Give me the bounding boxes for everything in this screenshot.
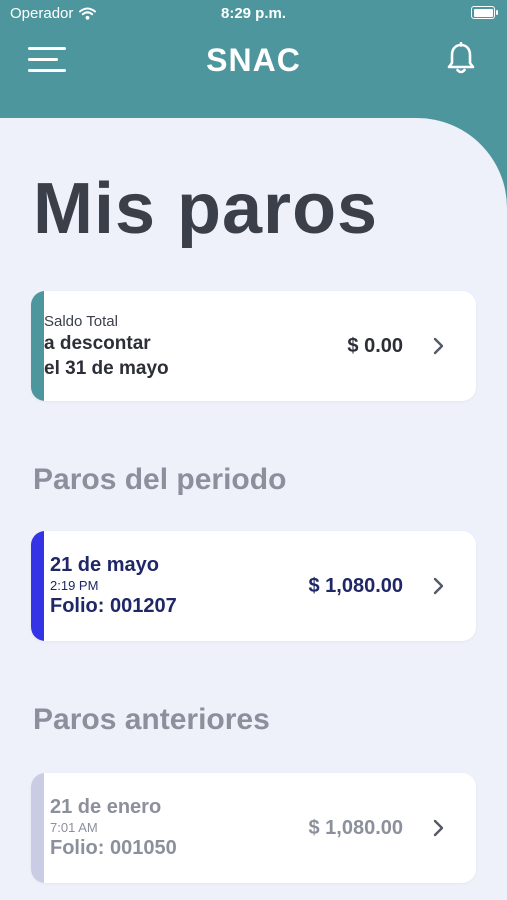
card-accent — [31, 291, 44, 401]
paro-time: 2:19 PM — [50, 578, 99, 593]
paro-card[interactable]: 21 de mayo 2:19 PM Folio: 001207 $ 1,080… — [31, 531, 476, 641]
status-time: 8:29 p.m. — [220, 5, 287, 22]
summary-label: Saldo Total — [44, 313, 118, 330]
chevron-right-icon — [433, 819, 444, 837]
card-accent — [31, 773, 44, 883]
paro-folio: Folio: 001050 — [50, 837, 177, 859]
page-title: Mis paros — [33, 169, 379, 249]
content-panel: Mis paros Saldo Total a descontar el 31 … — [0, 118, 507, 900]
battery-icon — [471, 6, 498, 19]
summary-desc-1: a descontar — [44, 333, 151, 354]
section-title-previous: Paros anteriores — [33, 703, 270, 736]
chevron-right-icon — [433, 337, 444, 355]
paro-card[interactable]: 21 de enero 7:01 AM Folio: 001050 $ 1,08… — [31, 773, 476, 883]
chevron-right-icon — [433, 577, 444, 595]
card-accent — [31, 531, 44, 641]
paro-amount: $ 1,080.00 — [308, 817, 403, 839]
summary-desc-2: el 31 de mayo — [44, 358, 169, 379]
summary-card[interactable]: Saldo Total a descontar el 31 de mayo $ … — [31, 291, 476, 401]
paro-amount: $ 1,080.00 — [308, 575, 403, 597]
paro-date: 21 de enero — [50, 796, 162, 818]
status-bar: Operador 8:29 p.m. — [0, 0, 507, 28]
summary-amount: $ 0.00 — [347, 335, 403, 357]
section-title-current: Paros del periodo — [33, 463, 287, 496]
paro-folio: Folio: 001207 — [50, 595, 177, 617]
paro-time: 7:01 AM — [50, 820, 98, 835]
bell-icon[interactable] — [445, 42, 477, 76]
paro-date: 21 de mayo — [50, 554, 159, 576]
app-title: SNAC — [206, 42, 301, 78]
app-header: SNAC — [0, 28, 507, 98]
